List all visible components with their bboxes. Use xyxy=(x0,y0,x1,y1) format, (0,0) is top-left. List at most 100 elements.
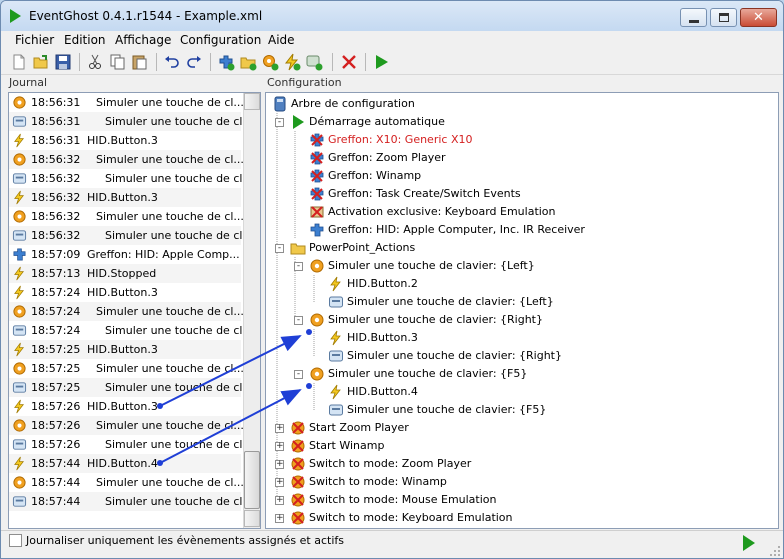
log-row[interactable]: 18:57:25 HID.Button.3 xyxy=(9,340,241,359)
log-row[interactable]: 18:57:13 HID.Stopped xyxy=(9,264,241,283)
log-row[interactable]: 18:57:26 Simuler une touche de cl... xyxy=(9,435,253,454)
add-event-icon[interactable] xyxy=(283,53,301,71)
configuration-panel[interactable]: Arbre de configuration - Démarrage automat… xyxy=(265,92,779,529)
log-row[interactable]: 18:56:32 Simuler une touche de cl... xyxy=(9,169,253,188)
execute-icon[interactable] xyxy=(372,53,390,71)
scroll-down-button[interactable] xyxy=(244,510,260,527)
add-macro-icon[interactable] xyxy=(261,53,279,71)
collapse-toggle[interactable]: - xyxy=(294,262,303,271)
menu-affichage[interactable]: Affichage xyxy=(115,33,171,47)
scroll-thumb[interactable] xyxy=(244,451,260,509)
log-message: Simuler une touche de cl... xyxy=(96,96,244,109)
expand-toggle[interactable]: + xyxy=(275,442,284,451)
new-file-icon[interactable] xyxy=(10,53,28,71)
action-gear-icon xyxy=(12,361,27,376)
disabled-plugin-icon xyxy=(309,150,325,166)
close-icon: ✕ xyxy=(753,10,764,25)
tree-item-label: Start Zoom Player xyxy=(309,421,409,434)
log-row[interactable]: 18:57:44 Simuler une touche de cl... xyxy=(9,492,253,511)
log-row[interactable]: 18:57:24 Simuler une touche de cl... xyxy=(9,302,244,321)
log-row[interactable]: 18:56:32 HID.Button.3 xyxy=(9,188,241,207)
add-action-icon[interactable] xyxy=(305,53,323,71)
tree-item-label: Simuler une touche de clavier: {F5} xyxy=(347,403,547,416)
redo-icon[interactable] xyxy=(185,53,203,71)
log-row[interactable]: 18:56:31 Simuler une touche de cl... xyxy=(9,112,253,131)
delete-icon[interactable] xyxy=(340,53,358,71)
expand-toggle[interactable]: + xyxy=(275,514,284,523)
save-icon[interactable] xyxy=(54,53,72,71)
log-assigned-only-label[interactable]: Journaliser uniquement les évènements as… xyxy=(26,534,344,547)
copy-icon[interactable] xyxy=(108,53,126,71)
journal-panel[interactable]: 18:56:31 Simuler une touche de cl... 18:56… xyxy=(8,92,261,529)
macro-gear-icon xyxy=(309,312,325,328)
collapse-toggle[interactable]: - xyxy=(294,316,303,325)
log-row[interactable]: 18:56:31 Simuler une touche de cl... xyxy=(9,93,244,112)
action-gear-icon xyxy=(12,304,27,319)
disabled-plugin-icon xyxy=(309,168,325,184)
disabled-macro-icon xyxy=(290,438,306,454)
status-play-icon[interactable] xyxy=(743,535,755,551)
log-row[interactable]: 18:57:44 Simuler une touche de cl... xyxy=(9,473,244,492)
tree-item-label: Switch to mode: Keyboard Emulation xyxy=(309,511,513,524)
tree-item-label: Simuler une touche de clavier: {Left} xyxy=(347,295,554,308)
undo-icon[interactable] xyxy=(163,53,181,71)
log-row[interactable]: 18:57:26 HID.Button.3 xyxy=(9,397,241,416)
folder-icon xyxy=(290,240,306,256)
journal-scrollbar[interactable] xyxy=(243,93,260,528)
tree-item-label: Start Winamp xyxy=(309,439,385,452)
menu-configuration[interactable]: Configuration xyxy=(180,33,261,47)
log-time: 18:56:32 xyxy=(31,229,81,242)
tree-item-label: Simuler une touche de clavier: {Right} xyxy=(328,313,543,326)
log-assigned-only-checkbox[interactable] xyxy=(9,534,22,547)
lightning-event-icon xyxy=(12,133,27,148)
lightning-event-icon xyxy=(328,384,344,400)
scroll-up-button[interactable] xyxy=(244,93,260,110)
log-message: Simuler une touche de cl... xyxy=(96,305,244,318)
menu-edition[interactable]: Edition xyxy=(64,33,106,47)
collapse-toggle[interactable]: - xyxy=(275,244,284,253)
log-time: 18:56:32 xyxy=(31,153,81,166)
plugin-icon xyxy=(12,247,27,262)
keyboard-icon xyxy=(328,402,344,418)
keyboard-icon xyxy=(12,323,27,338)
close-button[interactable]: ✕ xyxy=(740,8,777,27)
resize-grip-icon[interactable] xyxy=(769,545,781,557)
menu-fichier[interactable]: Fichier xyxy=(15,33,54,47)
add-plugin-icon[interactable] xyxy=(217,53,235,71)
log-message: Simuler une touche de cl... xyxy=(105,172,253,185)
log-row[interactable]: 18:57:26 Simuler une touche de cl... xyxy=(9,416,244,435)
log-row[interactable]: 18:57:44 HID.Button.4 xyxy=(9,454,241,473)
log-row[interactable]: 18:56:32 Simuler une touche de cl... xyxy=(9,150,244,169)
title-bar[interactable]: EventGhost 0.4.1.r1544 - Example.xml ✕ xyxy=(1,1,783,31)
lightning-event-icon xyxy=(12,266,27,281)
log-row[interactable]: 18:57:25 Simuler une touche de cl... xyxy=(9,359,244,378)
collapse-toggle[interactable]: - xyxy=(275,118,284,127)
log-row[interactable]: 18:56:31 HID.Button.3 xyxy=(9,131,241,150)
minimize-button[interactable] xyxy=(680,8,707,27)
configuration-header: Configuration xyxy=(267,76,342,91)
menu-aide[interactable]: Aide xyxy=(268,33,295,47)
keyboard-icon xyxy=(328,348,344,364)
paste-icon[interactable] xyxy=(130,53,148,71)
collapse-toggle[interactable]: - xyxy=(294,370,303,379)
open-folder-icon[interactable] xyxy=(32,53,50,71)
log-row[interactable]: 18:57:24 Simuler une touche de cl... xyxy=(9,321,253,340)
maximize-button[interactable] xyxy=(710,8,737,27)
log-row[interactable]: 18:57:25 Simuler une touche de cl... xyxy=(9,378,253,397)
expand-toggle[interactable]: + xyxy=(275,478,284,487)
add-folder-icon[interactable] xyxy=(239,53,257,71)
cut-icon[interactable] xyxy=(86,53,104,71)
log-row[interactable]: 18:56:32 Simuler une touche de cl... xyxy=(9,226,253,245)
menu-bar: Fichier Edition Affichage Configuration … xyxy=(1,31,783,49)
disabled-plugin-icon xyxy=(309,186,325,202)
lightning-event-icon xyxy=(12,190,27,205)
expand-toggle[interactable]: + xyxy=(275,460,284,469)
log-message: Simuler une touche de cl... xyxy=(105,229,253,242)
log-row[interactable]: 18:57:09 Greffon: HID: Apple Comp... xyxy=(9,245,241,264)
log-row[interactable]: 18:56:32 Simuler une touche de cl... xyxy=(9,207,244,226)
log-message: Simuler une touche de cl... xyxy=(96,153,244,166)
expand-toggle[interactable]: + xyxy=(275,496,284,505)
log-row[interactable]: 18:57:24 HID.Button.3 xyxy=(9,283,241,302)
tree-item-label: Simuler une touche de clavier: {Right} xyxy=(347,349,562,362)
expand-toggle[interactable]: + xyxy=(275,424,284,433)
